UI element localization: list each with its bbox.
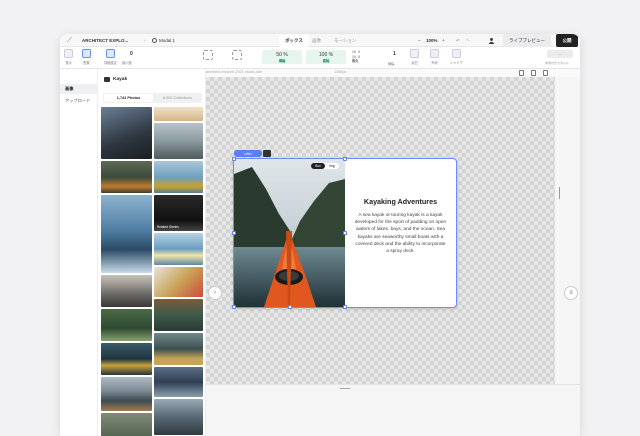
tab-box[interactable]: ボックス	[279, 34, 309, 47]
page-icon	[152, 38, 157, 43]
undo-icon[interactable]: ↶	[456, 34, 460, 47]
element-tag-badge[interactable]: <div>	[234, 150, 262, 157]
align-tool[interactable]: 配置	[82, 49, 91, 65]
camera-icon	[104, 77, 110, 82]
resize-handle-tl[interactable]	[232, 157, 236, 161]
visibility-tool[interactable]: 表示	[64, 49, 73, 65]
search-keyword[interactable]: Kayak	[104, 77, 127, 82]
breadcrumb-page[interactable]: Modal 1	[152, 34, 175, 47]
eye-icon	[64, 49, 73, 58]
photo-thumb[interactable]: Related Stories	[154, 195, 203, 231]
nav-item-upload[interactable]: アップロード	[60, 96, 98, 106]
breadcrumb-project[interactable]: ARCHITECT EXPLO...	[82, 34, 128, 47]
properties-toolbar: 表示 配置 詳細設定 最小値 0 50 % 横幅 100 % 縦幅 10 0 1…	[60, 47, 580, 69]
canvas-right-gutter	[555, 77, 580, 384]
resize-handle-br[interactable]	[343, 305, 347, 309]
canvas-size: 1366px	[334, 70, 347, 74]
border-label: 線幅	[388, 62, 395, 66]
tab-photo[interactable]: 画像	[312, 34, 321, 47]
photo-thumb[interactable]	[101, 107, 152, 159]
breadcrumb-page-label: Modal 1	[159, 38, 176, 43]
card-title: Kayaking Adventures	[363, 197, 438, 206]
view-toggle[interactable]: Box Img	[311, 163, 339, 169]
app-window: ⟋ ARCHITECT EXPLO... › Modal 1 ボックス 画像 モ…	[60, 34, 580, 436]
resize-handle-tm[interactable]	[343, 157, 347, 161]
resize-handle-ml[interactable]	[232, 231, 236, 235]
left-nav: 画像 アップロード	[60, 69, 98, 436]
canvas-bottom-area	[206, 384, 580, 436]
breadcrumb-separator: ›	[144, 38, 146, 43]
file-name: architect-explore-2021 studio.site	[206, 70, 262, 74]
trash-icon[interactable]	[519, 70, 524, 76]
seg-photos[interactable]: 1,744 Photos	[104, 94, 153, 102]
photo-thumb[interactable]	[154, 367, 203, 397]
publish-button[interactable]: 公開	[556, 34, 578, 47]
zoom-out-button[interactable]: −	[418, 34, 421, 47]
grid-tool[interactable]: 詳細設定	[104, 49, 117, 65]
toggle-box[interactable]: Box	[311, 163, 325, 169]
drag-handle[interactable]	[340, 388, 350, 389]
padding-icon[interactable]	[232, 50, 242, 60]
zoom-level[interactable]: 100%	[426, 34, 438, 47]
margin-icon[interactable]	[203, 50, 213, 60]
menu-icon[interactable]: ≡	[564, 286, 578, 300]
photo-thumb[interactable]	[154, 267, 203, 297]
kayak-image[interactable]: Box Img	[234, 159, 345, 307]
photo-thumb[interactable]	[154, 233, 203, 265]
photo-thumb[interactable]	[101, 275, 152, 307]
photo-panel: Kayak 1,744 Photos 8,300 Collections Rel…	[98, 69, 206, 436]
height-field[interactable]: 100 % 縦幅	[306, 50, 346, 64]
title-bar: ⟋ ARCHITECT EXPLO... › Modal 1 ボックス 画像 モ…	[60, 34, 580, 47]
resize-handle-mr[interactable]	[343, 231, 347, 235]
related-label: Related Stories	[157, 225, 179, 229]
redo-icon[interactable]: ↷	[466, 34, 470, 47]
photo-thumb[interactable]	[101, 343, 152, 375]
resize-handle-bl[interactable]	[232, 305, 236, 309]
duplicate-icon[interactable]	[531, 70, 536, 76]
dashed-square-icon	[410, 49, 419, 58]
width-field[interactable]: 50 % 横幅	[262, 50, 302, 64]
brand-logo-icon[interactable]: ⟋	[67, 34, 72, 47]
photo-thumb[interactable]	[101, 309, 152, 341]
frame-tool[interactable]: 外枠	[430, 49, 439, 65]
tab-motion[interactable]: モーション	[334, 34, 356, 47]
photo-thumb[interactable]	[154, 333, 203, 365]
photo-thumb[interactable]	[101, 161, 152, 193]
photo-thumb[interactable]	[101, 377, 152, 411]
resize-handle[interactable]	[559, 187, 560, 199]
copy-icon[interactable]	[543, 70, 548, 76]
photo-thumb[interactable]	[154, 299, 203, 331]
photo-thumb[interactable]	[154, 123, 203, 159]
seg-collections[interactable]: 8,300 Collections	[153, 93, 202, 103]
grid-icon	[105, 49, 115, 58]
shadow-icon	[451, 49, 461, 58]
zoom-in-button[interactable]: +	[442, 34, 445, 47]
photo-thumb[interactable]	[154, 399, 203, 435]
user-icon[interactable]	[488, 34, 495, 47]
conditional-style-button[interactable]: —	[547, 50, 573, 58]
card-body: A sea kayak or touring kayak is a kayak …	[354, 213, 447, 255]
photo-thumb[interactable]	[154, 107, 203, 121]
count-value[interactable]: 0	[130, 51, 133, 57]
photo-thumb[interactable]	[154, 161, 203, 193]
chevron-left-icon[interactable]: ‹	[208, 286, 222, 300]
layout-label: 最小値	[122, 61, 132, 65]
shadow-tool[interactable]: シャドウ	[450, 49, 463, 65]
resize-handle-bm[interactable]	[288, 305, 292, 309]
radius-field[interactable]: 10 0 10 0 角丸	[352, 50, 360, 64]
nav-item-images[interactable]: 画像	[60, 84, 98, 94]
photo-thumb[interactable]	[101, 413, 152, 436]
image-icon[interactable]	[263, 150, 271, 157]
sides-tool[interactable]: 余白	[410, 49, 419, 65]
toggle-img[interactable]: Img	[325, 163, 339, 169]
box-icon	[82, 49, 91, 58]
border-value[interactable]: 1	[393, 51, 396, 57]
conditional-style-caption: 条件付きスタイル	[545, 61, 570, 65]
square-icon	[430, 49, 439, 58]
photo-thumb[interactable]	[101, 195, 152, 273]
segment-control: 1,744 Photos 8,300 Collections	[103, 93, 202, 103]
live-preview-button[interactable]: ライブプレビュー	[503, 34, 551, 47]
